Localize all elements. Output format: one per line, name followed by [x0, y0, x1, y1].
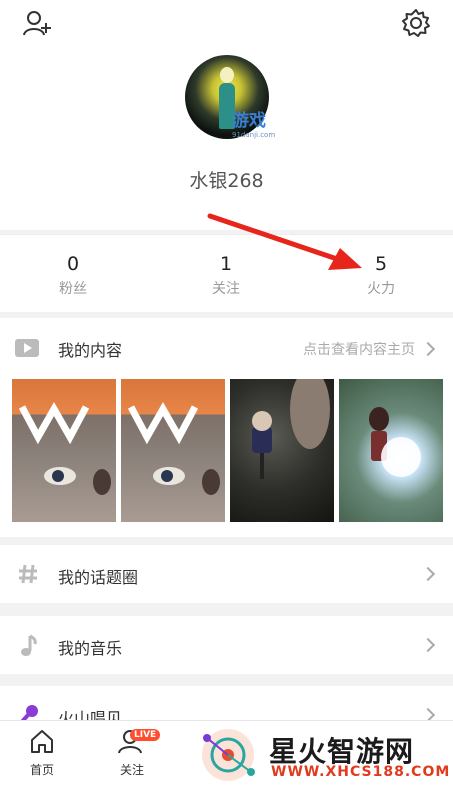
figurine-graphic [252, 379, 330, 479]
username: 水银268 [189, 170, 264, 192]
content-thumbnail[interactable] [121, 379, 225, 522]
live-badge: LIVE [130, 729, 161, 741]
content-thumbnail[interactable] [12, 379, 116, 522]
chevron-right-icon [420, 341, 436, 357]
brand-watermark: 星火智游网 WWW.XHCS188.COM [195, 726, 453, 784]
tab-home[interactable]: 首页 [12, 727, 72, 778]
settings-gear-icon[interactable] [401, 8, 431, 38]
toy-face-graphic [127, 401, 220, 495]
my-content-header[interactable]: 我的内容 点击查看内容主页 [0, 330, 453, 366]
watermark: 游戏 91danji.com [232, 106, 275, 139]
avatar-figure-head [220, 67, 234, 83]
stat-fans-label: 粉丝 [59, 281, 87, 297]
hash-icon [19, 564, 37, 584]
my-content-section: 我的内容 点击查看内容主页 [0, 318, 453, 537]
my-content-title: 我的内容 [58, 341, 123, 360]
menu-topic-circles-label: 我的话题圈 [58, 568, 139, 587]
brand-logo-icon [202, 729, 255, 781]
chevron-right-icon [420, 566, 436, 582]
tab-home-label: 首页 [29, 763, 54, 777]
content-thumbnails [12, 379, 444, 522]
tab-follow-label: 关注 [119, 763, 144, 777]
music-note-icon [21, 634, 37, 656]
home-icon [31, 730, 53, 753]
view-content-home-link[interactable]: 点击查看内容主页 [303, 339, 415, 359]
glowing-figure-graphic [369, 407, 421, 477]
red-arrow-annotation [207, 213, 362, 270]
menu-my-music[interactable]: 我的音乐 [0, 616, 453, 674]
profile-header: 游戏 91danji.com 水银268 [0, 0, 453, 230]
content-thumbnail[interactable] [339, 379, 443, 522]
stat-fans[interactable]: 0 粉丝 [23, 253, 123, 298]
menu-topic-circles[interactable]: 我的话题圈 [0, 545, 453, 603]
brand-url: WWW.XHCS188.COM [271, 764, 451, 780]
menu-my-music-label: 我的音乐 [58, 639, 123, 658]
add-friend-icon[interactable] [22, 8, 52, 38]
stat-following-label: 关注 [212, 281, 240, 297]
chevron-right-icon [420, 637, 436, 653]
tab-follow[interactable]: LIVE 关注 [102, 727, 162, 778]
watermark-text: 游戏 [232, 111, 266, 131]
toy-face-graphic [18, 401, 111, 495]
watermark-sub: 91danji.com [232, 131, 276, 139]
content-thumbnail[interactable] [230, 379, 334, 522]
video-play-icon [15, 339, 39, 357]
stat-firepower-label: 火力 [367, 281, 395, 297]
stat-fans-value: 0 [66, 253, 80, 275]
